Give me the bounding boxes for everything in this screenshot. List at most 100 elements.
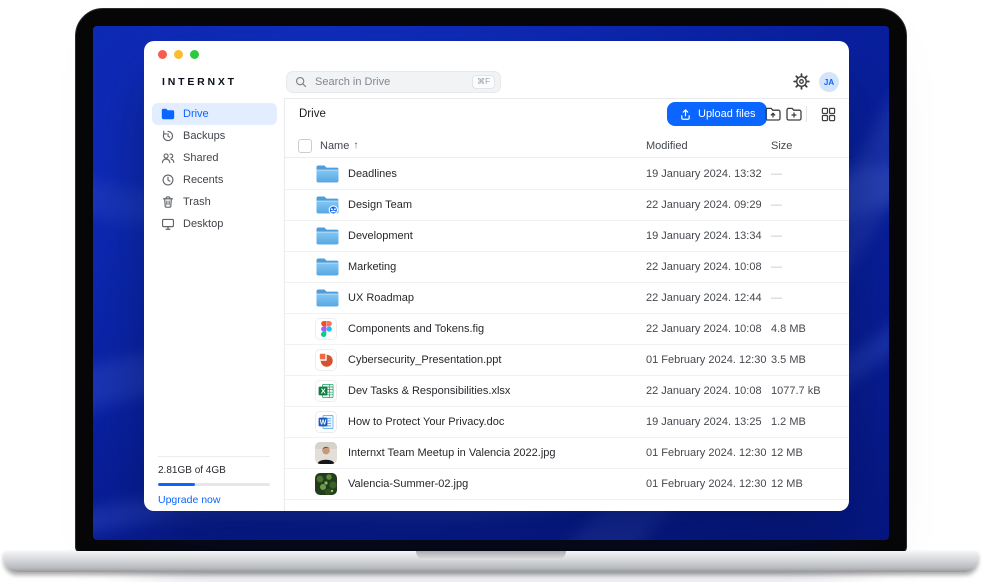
table-row[interactable]: Design Team 22 January 2024. 09:29 — xyxy=(285,190,849,221)
sidebar-item-recents[interactable]: Recents xyxy=(152,169,277,191)
row-modified: 22 January 2024. 10:08 xyxy=(646,261,771,273)
recents-icon xyxy=(161,173,175,187)
column-header-name[interactable]: Name ↑ xyxy=(320,140,646,152)
table-row[interactable]: UX Roadmap 22 January 2024. 12:44 — xyxy=(285,283,849,314)
row-name: Valencia-Summer-02.jpg xyxy=(348,478,646,490)
column-header-modified[interactable]: Modified xyxy=(646,140,771,152)
sidebar-item-label: Recents xyxy=(183,174,223,186)
search-input[interactable] xyxy=(313,75,472,89)
row-modified: 01 February 2024. 12:30 xyxy=(646,478,771,490)
upload-files-button[interactable]: Upload files xyxy=(667,102,767,126)
row-size: — xyxy=(771,292,843,304)
row-modified: 22 January 2024. 09:29 xyxy=(646,199,771,211)
row-size: 3.5 MB xyxy=(771,354,843,366)
photo-leaves-icon xyxy=(315,473,348,495)
figma-icon xyxy=(315,318,348,340)
search-shortcut-badge: ⌘F xyxy=(472,75,495,89)
row-name: How to Protect Your Privacy.doc xyxy=(348,416,646,428)
zoom-button[interactable] xyxy=(190,50,199,59)
minimize-button[interactable] xyxy=(174,50,183,59)
search-icon xyxy=(295,76,307,88)
row-name: Design Team xyxy=(348,199,646,211)
table-row[interactable]: Components and Tokens.fig 22 January 202… xyxy=(285,314,849,345)
row-modified: 19 January 2024. 13:32 xyxy=(646,168,771,180)
sidebar-item-label: Desktop xyxy=(183,218,223,230)
table-row[interactable]: Deadlines 19 January 2024. 13:32 — xyxy=(285,159,849,190)
gear-icon xyxy=(793,73,810,90)
select-all-checkbox[interactable] xyxy=(298,139,312,153)
row-modified: 22 January 2024. 10:08 xyxy=(646,323,771,335)
sidebar-item-drive[interactable]: Drive xyxy=(152,103,277,125)
row-modified: 22 January 2024. 10:08 xyxy=(646,385,771,397)
window-controls xyxy=(158,50,199,59)
table-row[interactable]: Internxt Team Meetup in Valencia 2022.jp… xyxy=(285,438,849,469)
row-name: Cybersecurity_Presentation.ppt xyxy=(348,354,646,366)
sidebar-item-shared[interactable]: Shared xyxy=(152,147,277,169)
row-modified: 19 January 2024. 13:25 xyxy=(646,416,771,428)
photo-person-icon xyxy=(315,442,348,464)
excel-icon: X xyxy=(315,380,348,402)
storage-divider xyxy=(158,456,270,457)
close-button[interactable] xyxy=(158,50,167,59)
svg-text:W: W xyxy=(320,420,327,427)
sidebar-item-label: Trash xyxy=(183,196,211,208)
table-row[interactable]: W How to Protect Your Privacy.doc 19 Jan… xyxy=(285,407,849,438)
row-size: 12 MB xyxy=(771,447,843,459)
internxt-logo: INTERNXT xyxy=(162,76,237,88)
row-name: Deadlines xyxy=(348,168,646,180)
upload-folder-button[interactable] xyxy=(763,104,783,124)
row-modified: 01 February 2024. 12:30 xyxy=(646,447,771,459)
row-size: 12 MB xyxy=(771,478,843,490)
row-size: 4.8 MB xyxy=(771,323,843,335)
new-folder-button[interactable] xyxy=(784,104,804,124)
shared-icon xyxy=(161,151,175,165)
avatar[interactable]: JA xyxy=(819,72,839,92)
storage-usage-label: 2.81GB of 4GB xyxy=(158,465,270,476)
row-name: Components and Tokens.fig xyxy=(348,323,646,335)
file-list: Deadlines 19 January 2024. 13:32 — Desig… xyxy=(285,159,849,500)
row-size: — xyxy=(771,230,843,242)
sidebar-item-desktop[interactable]: Desktop xyxy=(152,213,277,235)
backups-icon xyxy=(161,129,175,143)
row-size: 1077.7 kB xyxy=(771,385,843,397)
row-size: 1.2 MB xyxy=(771,416,843,428)
main-content: Drive Upload files xyxy=(285,99,849,511)
sidebar-item-backups[interactable]: Backups xyxy=(152,125,277,147)
powerpoint-icon xyxy=(315,349,348,371)
laptop-screen: INTERNXT ⌘F JA Drive xyxy=(75,8,907,553)
word-icon: W xyxy=(315,411,348,433)
upload-icon xyxy=(679,108,692,121)
folder-icon xyxy=(315,164,348,184)
folder-icon xyxy=(315,288,348,308)
grid-view-icon xyxy=(821,107,836,122)
search-bar: ⌘F xyxy=(286,71,501,93)
row-name: Internxt Team Meetup in Valencia 2022.jp… xyxy=(348,447,646,459)
upgrade-link[interactable]: Upgrade now xyxy=(158,494,270,506)
column-header-size[interactable]: Size xyxy=(771,140,843,152)
row-name: Development xyxy=(348,230,646,242)
sidebar-item-trash[interactable]: Trash xyxy=(152,191,277,213)
sidebar-item-label: Shared xyxy=(183,152,218,164)
grid-view-button[interactable] xyxy=(818,104,838,124)
sidebar-item-label: Backups xyxy=(183,130,225,142)
table-row[interactable]: Cybersecurity_Presentation.ppt 01 Februa… xyxy=(285,345,849,376)
storage-bar-fill xyxy=(158,483,195,486)
table-row[interactable]: Development 19 January 2024. 13:34 — xyxy=(285,221,849,252)
table-row[interactable]: X Dev Tasks & Responsibilities.xlsx 22 J… xyxy=(285,376,849,407)
row-modified: 01 February 2024. 12:30 xyxy=(646,354,771,366)
upload-folder-icon xyxy=(764,105,782,123)
row-name: Dev Tasks & Responsibilities.xlsx xyxy=(348,385,646,397)
desktop-icon xyxy=(161,217,175,231)
table-header: Name ↑ Modified Size xyxy=(285,134,849,158)
row-modified: 19 January 2024. 13:34 xyxy=(646,230,771,242)
breadcrumb-title: Drive xyxy=(299,108,326,120)
row-modified: 22 January 2024. 12:44 xyxy=(646,292,771,304)
table-row[interactable]: Marketing 22 January 2024. 10:08 — xyxy=(285,252,849,283)
table-row[interactable]: Valencia-Summer-02.jpg 01 February 2024.… xyxy=(285,469,849,500)
toolbar-separator xyxy=(806,106,807,122)
row-size: — xyxy=(771,199,843,211)
sort-arrow-icon: ↑ xyxy=(353,140,358,151)
settings-button[interactable] xyxy=(793,73,811,91)
row-name: UX Roadmap xyxy=(348,292,646,304)
upload-files-label: Upload files xyxy=(698,108,755,120)
